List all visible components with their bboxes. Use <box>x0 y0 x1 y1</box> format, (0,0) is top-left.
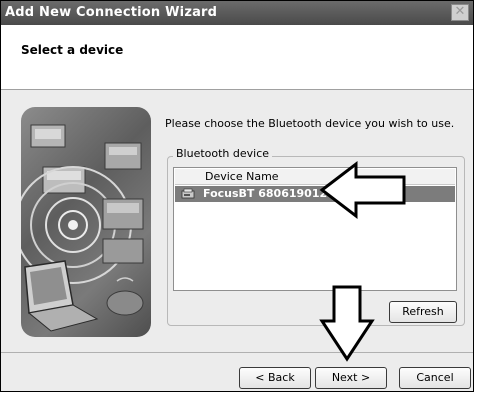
page-heading: Select a device <box>21 43 124 57</box>
down-arrow-icon <box>319 285 375 362</box>
list-item[interactable]: FocusBT 6806190124 <box>175 186 455 202</box>
instruction-text: Please choose the Bluetooth device you w… <box>165 117 455 130</box>
refresh-label: Refresh <box>402 305 444 318</box>
back-label: < Back <box>255 371 295 384</box>
column-device-name[interactable]: Device Name <box>205 170 279 183</box>
list-header[interactable]: Device Name <box>175 169 455 185</box>
next-label: Next > <box>331 371 371 384</box>
window-title: Add New Connection Wizard <box>5 5 218 20</box>
device-list[interactable]: Device Name FocusBT 6806190124 <box>173 167 457 291</box>
device-name: FocusBT 6806190124 <box>203 187 335 200</box>
group-label: Bluetooth device <box>173 147 273 160</box>
bluetooth-device-icon <box>181 188 195 199</box>
close-button[interactable]: ✕ <box>451 4 469 21</box>
footer-divider <box>1 352 473 353</box>
wizard-illustration <box>21 107 151 337</box>
cancel-label: Cancel <box>416 371 454 384</box>
devices-illustration-icon <box>21 124 144 332</box>
cancel-button[interactable]: Cancel <box>399 367 471 389</box>
next-button[interactable]: Next > <box>315 367 387 389</box>
refresh-button[interactable]: Refresh <box>389 301 457 323</box>
close-icon: ✕ <box>454 4 466 19</box>
left-arrow-icon <box>319 160 406 220</box>
wizard-header: Select a device <box>1 25 473 90</box>
title-bar[interactable]: Add New Connection Wizard ✕ <box>1 1 473 25</box>
back-button[interactable]: < Back <box>239 367 311 389</box>
